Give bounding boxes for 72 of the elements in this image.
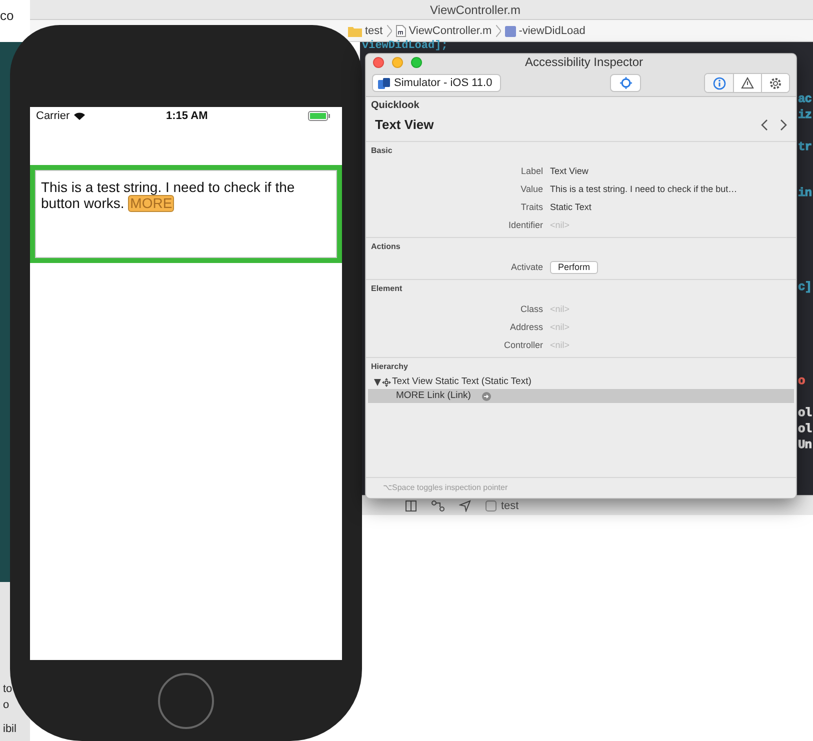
- target-popup[interactable]: Simulator - iOS 11.0: [372, 74, 501, 92]
- property-label: Class: [519, 303, 543, 316]
- section-heading: Element: [371, 284, 404, 294]
- home-button[interactable]: [158, 673, 214, 729]
- property-label: Identifier: [507, 219, 543, 232]
- text-fragment: o: [3, 699, 10, 712]
- code-fragment: c]: [798, 282, 812, 293]
- element-title: Text View: [375, 116, 434, 134]
- chevron-icon: [386, 25, 392, 37]
- window-title-fragment: co: [0, 8, 14, 24]
- app-icon: [485, 500, 497, 512]
- section-heading: Hierarchy: [371, 362, 409, 372]
- hierarchy-row[interactable]: Text View Static Text (Static Text): [368, 375, 794, 389]
- breadcrumb-item[interactable]: ViewController.m: [408, 22, 492, 40]
- target-label[interactable]: test: [501, 498, 519, 514]
- move-icon: [382, 378, 391, 386]
- window-title: Accessibility Inspector: [525, 55, 644, 70]
- branch-icon[interactable]: [431, 500, 445, 512]
- property-value: Text View: [550, 165, 590, 178]
- chevron-icon: [496, 25, 501, 37]
- property-label: Traits: [520, 201, 543, 214]
- code-line: viewDidLoad];: [362, 41, 448, 52]
- location-icon[interactable]: [459, 500, 471, 512]
- inspector-tab[interactable]: [761, 74, 789, 92]
- perform-button[interactable]: Perform: [550, 260, 598, 274]
- carrier-label: Carrier: [36, 109, 70, 123]
- property-label: Value: [520, 183, 543, 196]
- property-label: Address: [508, 321, 543, 334]
- hierarchy-label: Text View Static Text (Static Text): [392, 376, 532, 388]
- text-fragment: ibil: [3, 723, 16, 736]
- section-heading: Quicklook: [371, 100, 420, 112]
- code-fragment: ol: [798, 424, 812, 435]
- footer-hint: ⌥Space toggles inspection pointer: [383, 482, 508, 494]
- crosshair-icon: [620, 77, 632, 89]
- breadcrumb-item[interactable]: test: [365, 22, 383, 40]
- property-label: Controller: [502, 339, 543, 352]
- code-fragment: tr: [798, 142, 812, 153]
- inspector-tab[interactable]: [705, 74, 733, 92]
- expanded-triangle-icon[interactable]: [374, 378, 381, 386]
- warning-icon: [741, 77, 754, 89]
- info-icon: [712, 76, 726, 90]
- text-view-content: This is a test string. I need to check if the button works. MORE: [41, 179, 296, 212]
- breadcrumb-item[interactable]: -viewDidLoad: [518, 22, 586, 40]
- code-fragment: ac: [798, 94, 812, 105]
- code-fragment: ol: [798, 408, 812, 419]
- code-fragment: Un: [798, 440, 812, 451]
- text-view[interactable]: This is a test string. I need to check if the button works. MORE: [30, 165, 342, 263]
- previous-icon[interactable]: [761, 119, 769, 131]
- property-value: This is a test string. I need to check if the but…: [550, 183, 738, 196]
- code-fragment: o: [798, 376, 805, 387]
- next-icon[interactable]: [779, 119, 787, 131]
- section-heading: Actions: [371, 242, 402, 252]
- property-value: Static Text: [550, 201, 592, 214]
- inspection-pointer-button[interactable]: [610, 74, 641, 92]
- arrow-circle-icon[interactable]: [482, 392, 491, 400]
- code-fragment: iz: [798, 110, 812, 121]
- settings-icon: [769, 76, 782, 90]
- panel-icon[interactable]: [405, 500, 417, 512]
- wifi-icon: [74, 112, 85, 120]
- status-time: 1:15 AM: [166, 109, 208, 123]
- window-title: ViewController.m: [430, 3, 520, 17]
- property-label: Activate: [510, 261, 543, 274]
- text-fragment: to: [3, 683, 12, 696]
- code-fragment: in: [798, 188, 812, 199]
- hierarchy-row[interactable]: MORE Link (Link): [368, 389, 794, 403]
- battery-icon: [308, 111, 332, 121]
- close-button[interactable]: [373, 57, 384, 68]
- file-icon: [396, 25, 406, 37]
- property-label: Label: [520, 165, 543, 178]
- hierarchy-label: MORE Link (Link): [396, 390, 471, 402]
- section-heading: Basic: [371, 146, 394, 156]
- simulator-icon: [378, 78, 390, 88]
